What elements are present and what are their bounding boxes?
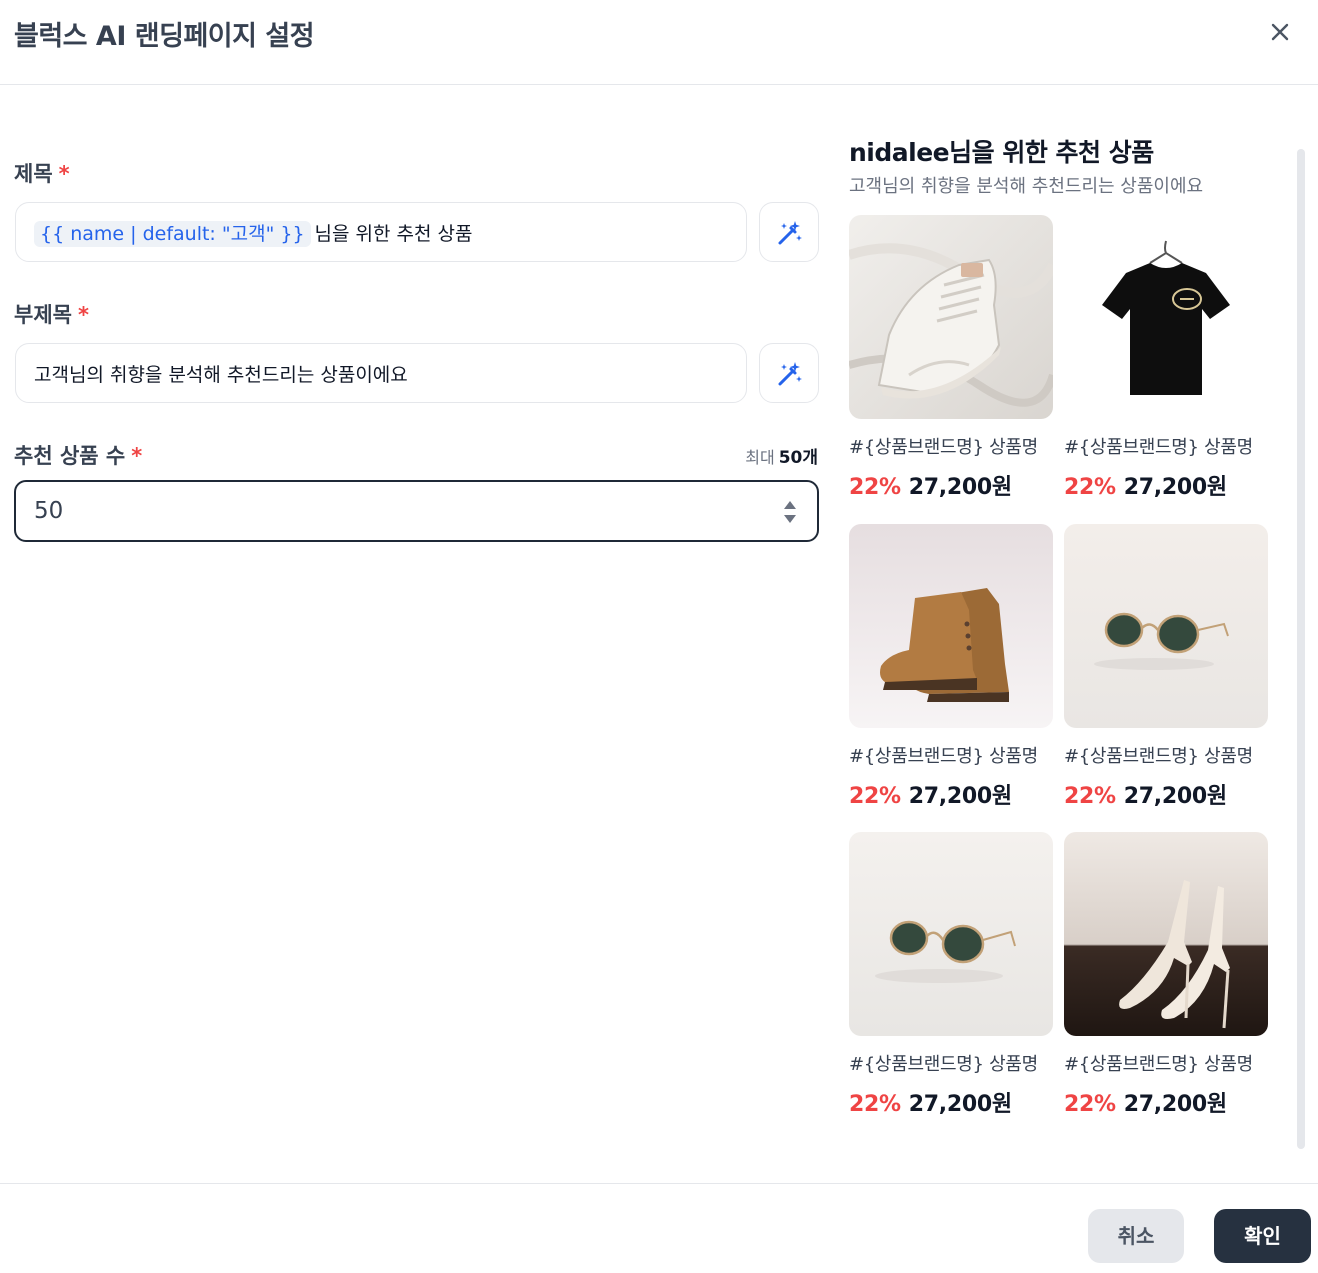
product-card[interactable]: #{상품브랜드명} 상품명 22% 27,200원 <box>849 832 1053 1118</box>
discount-rate: 22% <box>1064 784 1116 809</box>
scrollbar-thumb[interactable] <box>1297 149 1305 1149</box>
product-price: 22% 27,200원 <box>849 1092 1012 1117</box>
product-name: #{상품브랜드명} 상품명 <box>1064 437 1253 458</box>
confirm-button[interactable]: 확인 <box>1214 1209 1311 1263</box>
subtitle-input-text: 고객님의 취향을 분석해 추천드리는 상품이에요 <box>34 364 408 386</box>
discount-rate: 22% <box>849 1092 901 1117</box>
product-card[interactable]: #{상품브랜드명} 상품명 22% 27,200원 <box>1064 524 1268 810</box>
max-count-hint: 최대 50개 <box>745 448 818 468</box>
count-number-input[interactable]: 50 <box>14 480 819 542</box>
preview-title: nidalee님을 위한 추천 상품 <box>849 138 1154 167</box>
product-image-tshirt <box>1064 215 1268 419</box>
dialog-title: 블럭스 AI 랜딩페이지 설정 <box>14 21 315 52</box>
cancel-button[interactable]: 취소 <box>1088 1209 1184 1263</box>
discount-rate: 22% <box>849 475 901 500</box>
product-name: #{상품브랜드명} 상품명 <box>1064 746 1253 767</box>
product-name: #{상품브랜드명} 상품명 <box>849 1054 1038 1075</box>
preview-scrollbar[interactable] <box>1297 127 1305 1149</box>
close-icon[interactable] <box>1264 16 1296 48</box>
product-price: 22% 27,200원 <box>849 784 1012 809</box>
title-input-text: 님을 위한 추천 상품 <box>314 223 473 245</box>
product-name: #{상품브랜드명} 상품명 <box>849 746 1038 767</box>
product-image-sunglasses <box>849 832 1053 1036</box>
subtitle-label: 부제목 * <box>14 303 89 327</box>
title-input[interactable]: {{ name | default: "고객" }} 님을 위한 추천 상품 <box>15 202 747 262</box>
product-card[interactable]: #{상품브랜드명} 상품명 22% 27,200원 <box>849 215 1053 501</box>
product-image-heels <box>1064 832 1268 1036</box>
number-stepper-icon[interactable] <box>783 498 797 526</box>
count-label: 추천 상품 수 * <box>14 444 143 468</box>
required-mark: * <box>77 303 89 327</box>
required-mark: * <box>58 162 70 186</box>
product-price: 22% 27,200원 <box>849 475 1012 500</box>
magic-wand-icon <box>778 221 802 245</box>
title-ai-generate-button[interactable] <box>759 202 819 262</box>
product-price: 22% 27,200원 <box>1064 784 1227 809</box>
product-card[interactable]: #{상품브랜드명} 상품명 22% 27,200원 <box>1064 215 1268 501</box>
dialog-header: 블럭스 AI 랜딩페이지 설정 <box>0 0 1318 85</box>
product-card[interactable]: #{상품브랜드명} 상품명 22% 27,200원 <box>1064 832 1268 1118</box>
discount-rate: 22% <box>849 784 901 809</box>
product-image-boots <box>849 524 1053 728</box>
product-image-sunglasses <box>1064 524 1268 728</box>
product-image-sneaker <box>849 215 1053 419</box>
product-price: 22% 27,200원 <box>1064 1092 1227 1117</box>
subtitle-ai-generate-button[interactable] <box>759 343 819 403</box>
discount-rate: 22% <box>1064 1092 1116 1117</box>
title-label: 제목 * <box>14 162 70 186</box>
magic-wand-icon <box>778 362 802 386</box>
product-price: 22% 27,200원 <box>1064 475 1227 500</box>
subtitle-input[interactable]: 고객님의 취향을 분석해 추천드리는 상품이에요 <box>15 343 747 403</box>
name-variable-token[interactable]: {{ name | default: "고객" }} <box>34 221 311 247</box>
product-card[interactable]: #{상품브랜드명} 상품명 22% 27,200원 <box>849 524 1053 810</box>
count-value: 50 <box>34 498 64 524</box>
preview-subtitle: 고객님의 취향을 분석해 추천드리는 상품이에요 <box>849 176 1204 197</box>
product-name: #{상품브랜드명} 상품명 <box>1064 1054 1253 1075</box>
discount-rate: 22% <box>1064 475 1116 500</box>
dialog-footer: 취소 확인 <box>0 1183 1318 1273</box>
product-name: #{상품브랜드명} 상품명 <box>849 437 1038 458</box>
required-mark: * <box>131 444 143 468</box>
